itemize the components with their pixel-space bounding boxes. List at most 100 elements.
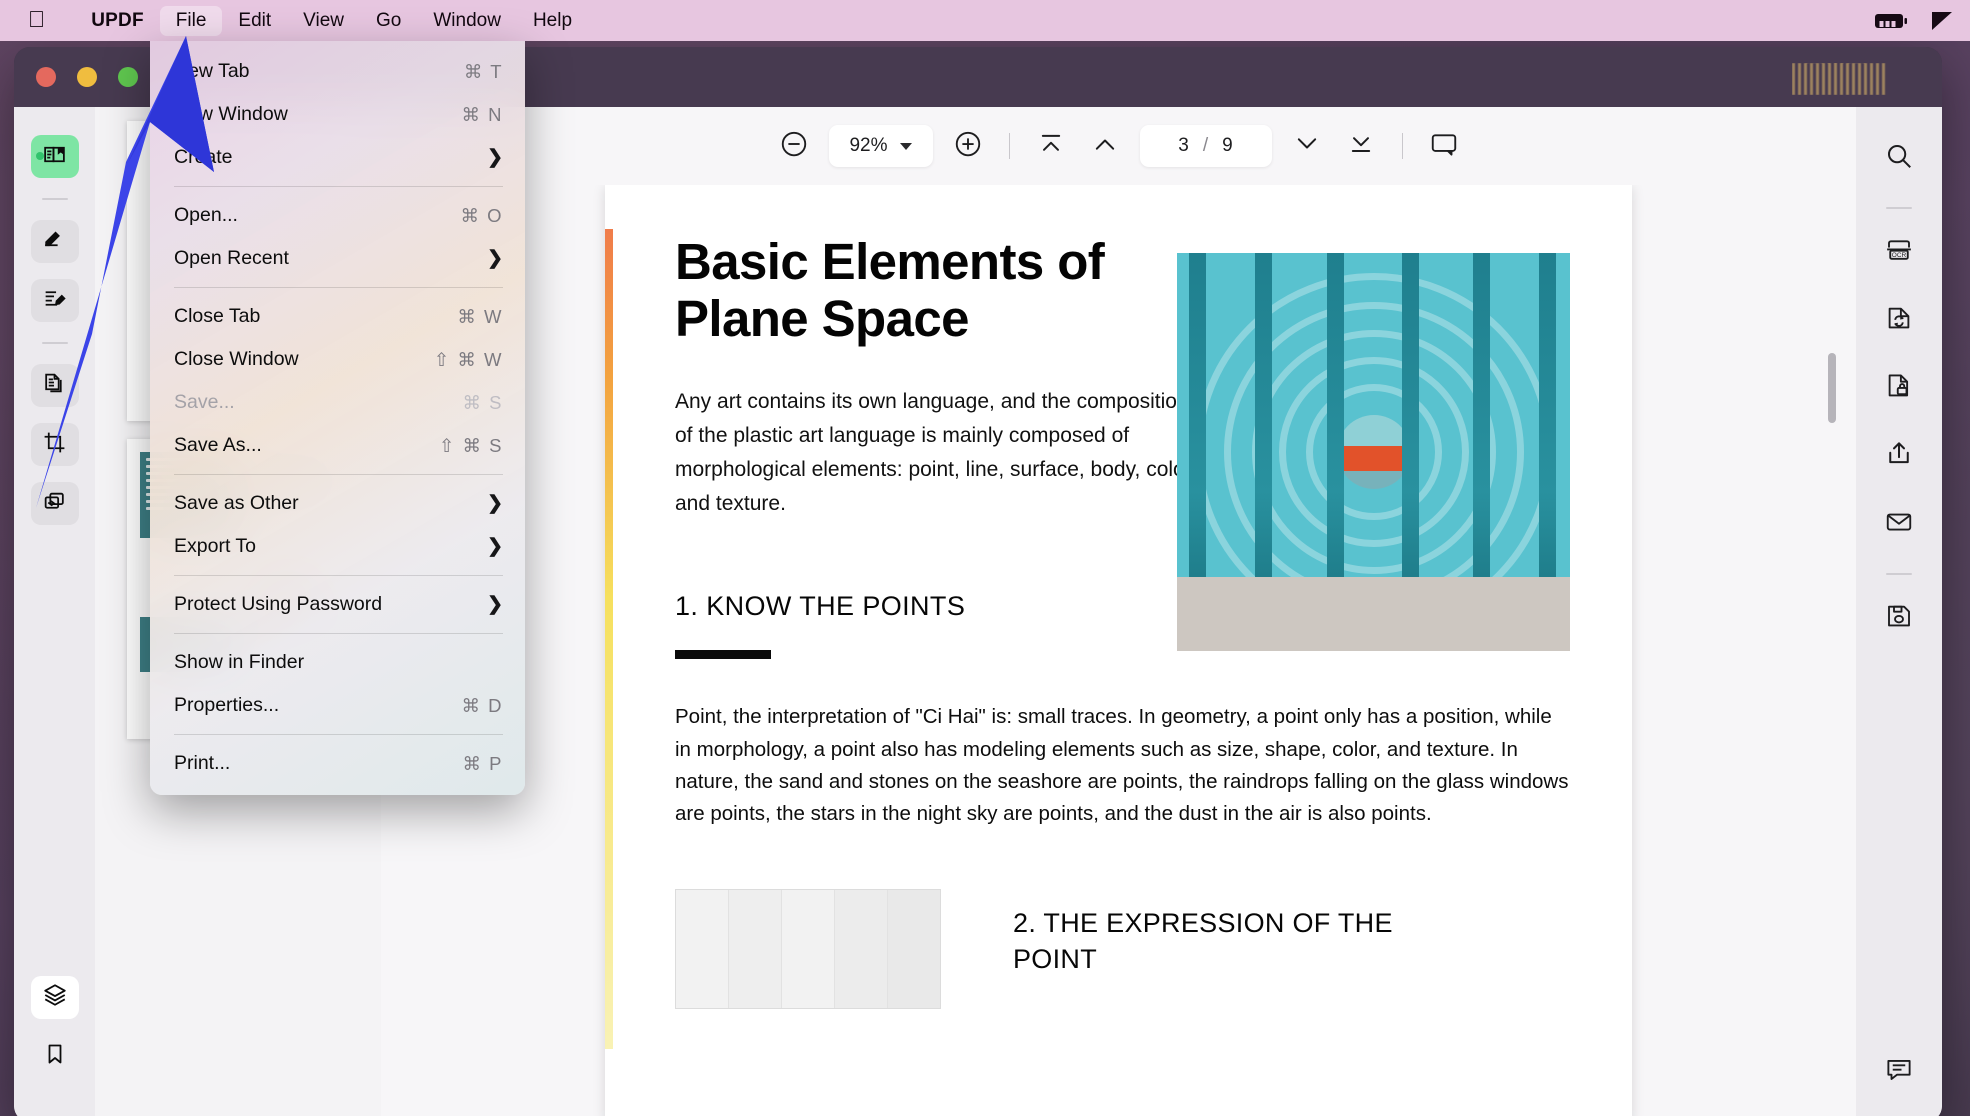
menu-go[interactable]: Go [360,6,417,36]
zoom-out-button[interactable] [775,127,813,165]
zoom-window-button[interactable] [118,67,138,87]
first-page-icon [1037,130,1065,163]
last-page-button[interactable] [1342,127,1380,165]
chevron-right-icon: ❯ [487,493,503,514]
left-tool-rail [14,107,95,1116]
svg-text:OCR: OCR [1892,252,1907,259]
chevron-right-icon: ❯ [487,248,503,269]
current-page-value: 3 [1178,135,1189,156]
menu-separator [174,734,503,735]
next-page-button[interactable] [1288,127,1326,165]
right-rail-divider-1 [1886,207,1912,209]
sidebar-item-layers[interactable] [30,976,79,1019]
menu-item-shortcut: ⌘ P [462,752,503,774]
page-scrollbar-thumb[interactable] [1828,353,1836,423]
zoom-level-select[interactable]: 92% [828,125,933,167]
menu-item-print[interactable]: Print... ⌘ P [150,742,525,785]
menu-item-shortcut: ⌘ T [463,60,503,82]
control-center-icon[interactable] [1930,10,1954,32]
chevron-right-icon: ❯ [487,536,503,557]
previous-page-button[interactable] [1086,127,1124,165]
minimize-window-button[interactable] [77,67,97,87]
zoom-in-button[interactable] [949,127,987,165]
hero-image [1177,253,1570,651]
page-scroll-container[interactable]: Basic Elements of Plane Space Any art co… [381,185,1856,1116]
menu-item-show-in-finder[interactable]: Show in Finder [150,641,525,684]
first-page-button[interactable] [1032,127,1070,165]
presentation-mode-icon [1429,129,1459,164]
sidebar-item-batch[interactable] [30,482,79,525]
menu-item-label: New Window [174,103,288,125]
menu-item-open[interactable]: Open... ⌘ O [150,194,525,237]
convert-pdf-icon [1884,303,1914,338]
menu-item-close-window[interactable]: Close Window ⇧ ⌘ W [150,338,525,381]
menu-item-export-to[interactable]: Export To ❯ [150,525,525,568]
right-item-email[interactable] [1876,501,1922,547]
apple-logo-icon[interactable]:  [28,7,45,31]
right-item-save[interactable] [1876,595,1922,641]
next-page-icon [1293,130,1321,163]
chevron-right-icon: ❯ [487,147,503,168]
menu-item-close-tab[interactable]: Close Tab ⌘ W [150,295,525,338]
menu-item-label: Save As... [174,434,262,456]
menu-item-new-window[interactable]: New Window ⌘ N [150,93,525,136]
sidebar-item-organize[interactable] [30,364,79,407]
file-menu-dropdown[interactable]: New Tab ⌘ T New Window ⌘ N Create ❯ Open… [150,41,525,795]
menu-item-save-as-other[interactable]: Save as Other ❯ [150,482,525,525]
menu-file[interactable]: File [159,5,223,36]
sidebar-item-comment[interactable] [30,220,79,263]
sidebar-item-edit[interactable] [30,279,79,322]
sidebar-item-crop[interactable] [30,423,79,466]
menu-updf[interactable]: UPDF [75,6,160,36]
right-item-protect[interactable] [1876,365,1922,411]
save-icon [1884,601,1914,636]
menu-item-protect-using-password[interactable]: Protect Using Password ❯ [150,583,525,626]
right-tool-rail: OCR [1856,107,1942,1116]
right-item-share[interactable] [1876,433,1922,479]
share-icon [1884,439,1914,474]
menu-item-label: Show in Finder [174,651,305,673]
menu-item-save-as[interactable]: Save As... ⇧ ⌘ S [150,424,525,467]
right-item-comments-panel[interactable] [1876,1048,1922,1094]
pdf-page-canvas: Basic Elements of Plane Space Any art co… [605,185,1632,1116]
menu-item-new-tab[interactable]: New Tab ⌘ T [150,50,525,93]
comment-markup-icon [42,227,67,257]
window-traffic-lights[interactable] [36,67,138,87]
sidebar-item-bookmark[interactable] [31,1035,79,1078]
layers-icon [42,982,68,1013]
menu-item-open-recent[interactable]: Open Recent ❯ [150,237,525,280]
close-window-button[interactable] [36,67,56,87]
battery-icon[interactable] [1874,11,1908,31]
menu-separator [174,575,503,576]
comment-bubble-icon [1884,1054,1914,1089]
page-title: Basic Elements of Plane Space [675,233,1105,348]
menu-help[interactable]: Help [517,6,588,36]
reader-view-icon [42,142,67,172]
menu-item-shortcut: ⌘ D [461,694,503,716]
chevron-down-icon [899,142,912,150]
zoom-in-icon [953,129,983,164]
page-scrollbar-track[interactable] [1828,203,1846,1110]
right-item-search[interactable] [1876,135,1922,181]
menu-view[interactable]: View [287,6,360,36]
menu-window[interactable]: Window [417,6,517,36]
menu-item-label: Save as Other [174,492,299,514]
right-item-convert[interactable] [1876,297,1922,343]
menu-item-create[interactable]: Create ❯ [150,136,525,179]
presentation-mode-button[interactable] [1425,127,1463,165]
last-page-icon [1347,130,1375,163]
menu-separator [174,287,503,288]
menu-item-properties[interactable]: Properties... ⌘ D [150,684,525,727]
page-number-input[interactable]: 3 / 9 [1139,125,1272,167]
ocr-icon: OCR [1884,235,1914,270]
crop-page-icon [42,430,67,460]
menu-edit[interactable]: Edit [222,6,287,36]
menu-item-save: Save... ⌘ S [150,381,525,424]
texture-swatch-image [675,888,941,1009]
page-intro-paragraph: Any art contains its own language, and t… [675,390,1192,516]
search-icon [1884,141,1914,176]
section-rule [675,650,771,660]
menu-item-shortcut: ⇧ ⌘ W [433,348,503,370]
left-rail-bottom-group [14,976,95,1094]
right-item-ocr[interactable]: OCR [1876,229,1922,275]
